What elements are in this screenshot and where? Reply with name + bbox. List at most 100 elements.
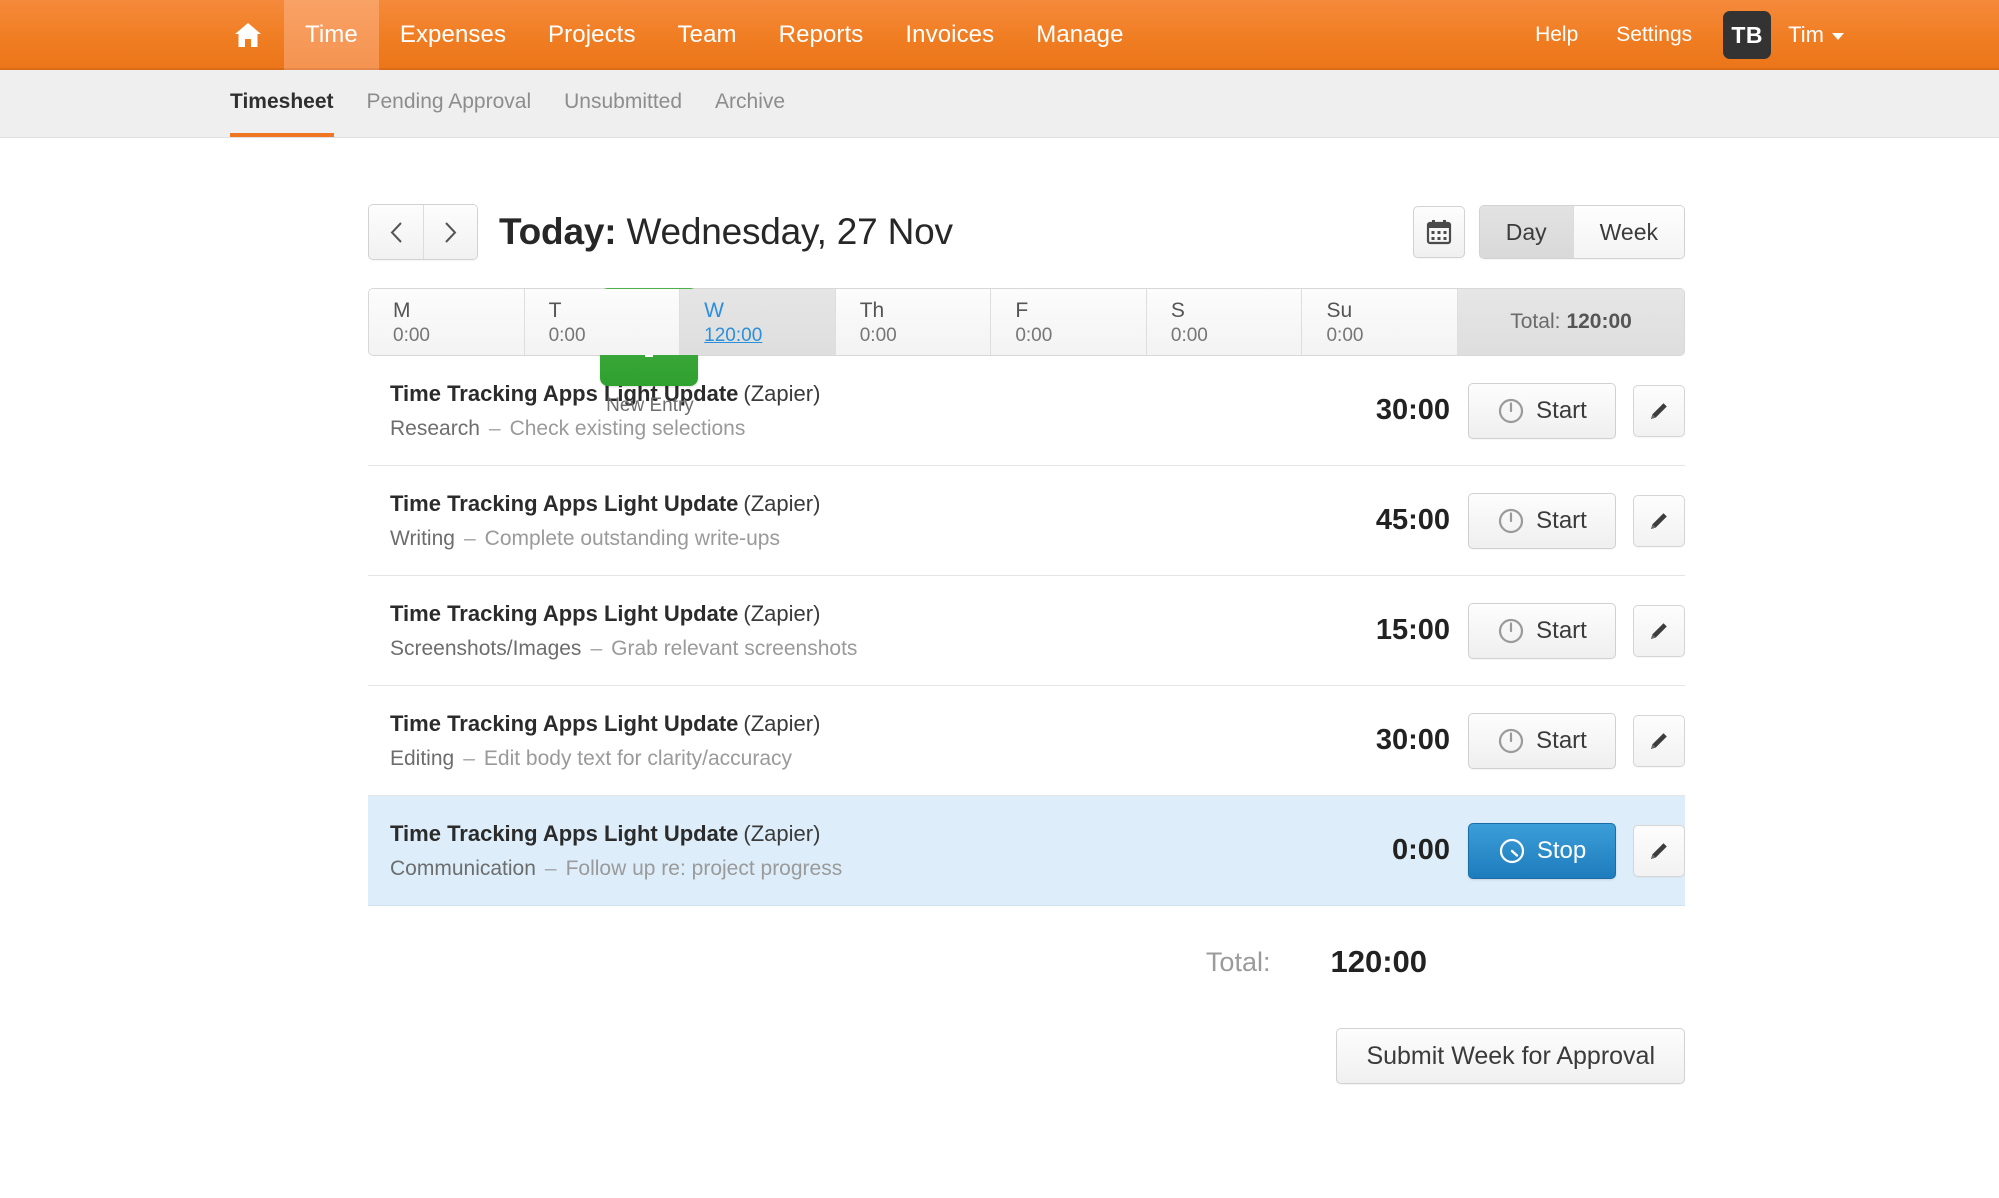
timesheet-content: New Entry M 0:00 T 0:00 W 120:00 Th 0:00… <box>368 288 1685 1084</box>
entry-title: Time Tracking Apps Light Update (Zapier) <box>390 709 1300 739</box>
timer-icon <box>1499 508 1524 533</box>
day-letter: M <box>393 299 411 322</box>
day-hours: 120:00 <box>704 324 763 346</box>
previous-day-button[interactable] <box>369 205 423 259</box>
start-timer-button[interactable]: Start <box>1468 492 1616 549</box>
footer-total-value: 120:00 <box>1330 944 1427 979</box>
stop-timer-button[interactable]: Stop <box>1468 822 1616 879</box>
entry-client: (Zapier) <box>743 600 821 626</box>
tab-pending-approval[interactable]: Pending Approval <box>367 70 532 137</box>
entry-subtitle: Communication – Follow up re: project prog… <box>390 855 1300 882</box>
entry-title: Time Tracking Apps Light Update (Zapier) <box>390 379 1300 409</box>
calendar-icon <box>1426 220 1451 245</box>
entry-separator: – <box>590 637 603 661</box>
view-toggle-week[interactable]: Week <box>1572 206 1684 258</box>
nav-item-label: Manage <box>1036 21 1124 48</box>
entry-project: Time Tracking Apps Light Update <box>390 710 739 736</box>
day-hours: 0:00 <box>1170 324 1208 346</box>
entry-duration: 15:00 <box>1375 614 1450 646</box>
tab-timesheet[interactable]: Timesheet <box>230 70 334 137</box>
nav-item-time[interactable]: Time <box>284 0 379 70</box>
today-label: Today: <box>499 211 617 252</box>
footer-total-row: Total: 120:00 <box>368 944 1685 980</box>
day-cell-friday[interactable]: F 0:00 <box>990 289 1146 355</box>
next-day-button[interactable] <box>423 205 477 259</box>
nav-item-label: Expenses <box>399 21 507 48</box>
tab-unsubmitted[interactable]: Unsubmitted <box>564 70 682 137</box>
edit-entry-button[interactable] <box>1633 494 1685 547</box>
entry-subtitle: Research – Check existing selections <box>390 415 1300 442</box>
time-entry-list: Time Tracking Apps Light Update (Zapier) … <box>368 356 1685 906</box>
entry-subtitle: Editing – Edit body text for clarity/accur… <box>390 745 1300 772</box>
page-title: Today: Wednesday, 27 Nov <box>499 211 953 253</box>
day-letter: T <box>548 299 562 322</box>
table-row: Time Tracking Apps Light Update (Zapier) … <box>368 356 1685 466</box>
day-cell-saturday[interactable]: S 0:00 <box>1145 289 1302 355</box>
start-timer-button[interactable]: Start <box>1468 712 1616 769</box>
week-total-cell: Total: 120:00 <box>1457 289 1684 355</box>
view-toggle-label: Day <box>1505 218 1547 245</box>
nav-item-invoices[interactable]: Invoices <box>884 0 1015 70</box>
entry-note: Grab relevant screenshots <box>611 637 858 661</box>
edit-entry-button[interactable] <box>1633 714 1685 767</box>
nav-item-label: Invoices <box>905 21 995 48</box>
start-timer-button[interactable]: Start <box>1468 602 1616 659</box>
day-cell-monday[interactable]: M 0:00 <box>369 289 524 355</box>
view-toggle-label: Week <box>1599 218 1658 245</box>
entry-info: Time Tracking Apps Light Update (Zapier) … <box>390 489 1300 553</box>
day-hours: 0:00 <box>1326 324 1364 346</box>
nav-item-reports[interactable]: Reports <box>758 0 885 70</box>
day-cell-tuesday[interactable]: T 0:00 <box>523 289 680 355</box>
day-hours: 0:00 <box>859 324 897 346</box>
nav-item-label: Reports <box>778 21 864 48</box>
view-toggle-day[interactable]: Day <box>1479 206 1573 258</box>
day-cell-sunday[interactable]: Su 0:00 <box>1301 289 1458 355</box>
footer-total-label: Total: <box>1205 946 1271 977</box>
help-link[interactable]: Help <box>1516 23 1597 47</box>
avatar[interactable]: TB <box>1723 11 1772 59</box>
entry-note: Edit body text for clarity/accuracy <box>483 747 793 771</box>
nav-item-projects[interactable]: Projects <box>527 0 657 70</box>
tab-label: Unsubmitted <box>564 89 683 113</box>
day-letter: Su <box>1326 299 1353 322</box>
nav-item-home[interactable] <box>212 0 284 70</box>
day-cell-thursday[interactable]: Th 0:00 <box>834 289 991 355</box>
day-letter: W <box>704 299 724 322</box>
entry-project: Time Tracking Apps Light Update <box>390 490 739 516</box>
top-nav-left-group: Time Expenses Projects Team Reports Invo… <box>212 0 1145 70</box>
entry-separator: – <box>463 527 476 551</box>
submit-week-button[interactable]: Submit Week for Approval <box>1336 1028 1685 1084</box>
nav-item-label: Team <box>677 21 737 48</box>
timer-button-label: Start <box>1536 726 1587 754</box>
user-menu[interactable]: Tim <box>1788 22 1844 48</box>
entry-info: Time Tracking Apps Light Update (Zapier) … <box>390 709 1300 773</box>
nav-item-label: Projects <box>548 21 636 48</box>
table-row-running: Time Tracking Apps Light Update (Zapier) … <box>368 796 1685 906</box>
nav-item-expenses[interactable]: Expenses <box>379 0 527 70</box>
week-day-strip: M 0:00 T 0:00 W 120:00 Th 0:00 F 0:00 S … <box>368 288 1685 356</box>
submit-row: Submit Week for Approval <box>368 1028 1685 1084</box>
edit-entry-button[interactable] <box>1633 384 1685 437</box>
settings-link[interactable]: Settings <box>1597 23 1711 47</box>
tab-archive[interactable]: Archive <box>715 70 785 137</box>
timesheet-page: Today: Wednesday, 27 Nov Day Week New En… <box>0 138 1999 1084</box>
entry-separator: – <box>463 747 475 771</box>
entry-task: Communication <box>390 857 536 881</box>
day-cell-wednesday[interactable]: W 120:00 <box>679 289 835 355</box>
calendar-picker-button[interactable] <box>1412 206 1465 258</box>
pencil-icon <box>1651 512 1667 529</box>
week-total-value: 120:00 <box>1566 310 1632 333</box>
entry-task: Research <box>390 417 480 441</box>
timer-icon <box>1499 398 1524 423</box>
edit-entry-button[interactable] <box>1633 824 1685 877</box>
nav-item-label: Time <box>305 21 358 48</box>
entry-client: (Zapier) <box>743 710 821 736</box>
nav-item-team[interactable]: Team <box>657 0 758 70</box>
timer-running-icon <box>1499 838 1524 863</box>
start-timer-button[interactable]: Start <box>1468 382 1616 439</box>
edit-entry-button[interactable] <box>1633 604 1685 657</box>
entry-info: Time Tracking Apps Light Update (Zapier) … <box>390 379 1300 443</box>
home-icon <box>234 22 262 48</box>
nav-item-manage[interactable]: Manage <box>1015 0 1144 70</box>
entry-note: Complete outstanding write-ups <box>484 527 780 551</box>
